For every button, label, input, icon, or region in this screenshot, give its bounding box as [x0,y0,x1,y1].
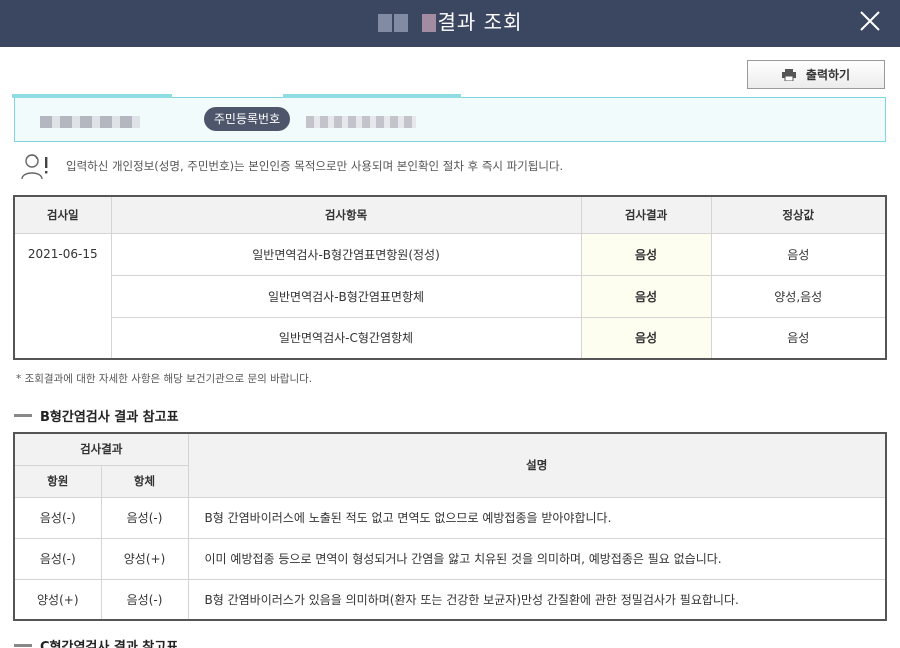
column-header-description: 설명 [187,432,887,498]
table-header-row: 검사일 검사항목 검사결과 정상값 [13,195,887,234]
description-text: 이미 예방접종 등으로 면역이 형성되거나 간염을 앓고 치유된 것을 의미하며… [187,537,887,580]
section-bar [14,413,32,417]
antibody-value: 양성(+) [100,537,189,580]
normal-value: 음성 [710,232,887,276]
column-header-normal: 정상값 [710,195,887,234]
id-number-label: 주민등록번호 [204,107,290,131]
table-row: 음성(-) 음성(-) B형 간염바이러스에 노출된 적도 없고 면역도 없으므… [13,496,887,539]
test-date: 2021-06-15 [13,232,112,360]
test-result: 음성 [580,274,712,318]
antigen-value: 음성(-) [13,496,102,539]
normal-value: 음성 [710,316,887,360]
redacted-name [40,116,140,128]
inquiry-note: * 조회결과에 대한 자세한 사항은 해당 보건기관으로 문의 바랍니다. [16,373,313,385]
info-accent-bar [12,94,172,98]
test-results-table: 검사일 검사항목 검사결과 정상값 2021-06-15 일반면역검사-B형간염… [13,195,887,360]
table-row: 일반면역검사-C형간염항체 음성 음성 [14,316,887,360]
normal-value: 양성,음성 [710,274,887,318]
redacted-title-block [393,14,408,32]
info-accent-bar [283,94,461,98]
section-title-hepatitis-c: C형간염검사 결과 참고표 [14,636,178,648]
column-header-date: 검사일 [13,195,112,234]
hepatitis-b-reference-table: 검사결과 설명 항원 항체 음성(-) 음성(-) B형 간염바이러스에 노출된… [13,432,888,621]
column-header-antibody: 항체 [100,464,189,498]
privacy-notice-text: 입력하신 개인정보(성명, 주민번호)는 본인인증 목적으로만 사용되며 본인확… [66,159,564,173]
modal-header: 결과 조회 [0,0,900,47]
column-header-result: 검사결과 [580,195,712,234]
test-result: 음성 [580,232,712,276]
description-text: B형 간염바이러스가 있음을 의미하며(환자 또는 건강한 보균자)만성 간질환… [187,578,887,621]
column-header-result-group: 검사결과 [13,432,189,466]
modal-title-text: 결과 조회 [437,10,523,34]
modal-title: 결과 조회 [0,0,900,47]
description-text: B형 간염바이러스에 노출된 적도 없고 면역도 없으므로 예방접종을 받아야합… [187,496,887,539]
table-row: 일반면역검사-B형간염표면항체 음성 양성,음성 [14,274,887,318]
test-item: 일반면역검사-C형간염항체 [110,316,582,360]
section-title-text: C형간염검사 결과 참고표 [40,639,179,648]
test-result: 음성 [580,316,712,360]
close-icon[interactable] [858,9,882,33]
redacted-title-block [421,14,436,32]
column-header-item: 검사항목 [110,195,582,234]
antigen-value: 음성(-) [13,537,102,580]
antibody-value: 음성(-) [100,578,189,621]
antibody-value: 음성(-) [100,496,189,539]
table-header-row: 검사결과 설명 [13,432,887,498]
table-row: 양성(+) 음성(-) B형 간염바이러스가 있음을 의미하며(환자 또는 건강… [13,578,887,621]
section-bar [14,643,32,647]
test-item: 일반면역검사-B형간염표면항원(정성) [110,232,582,276]
table-row: 음성(-) 양성(+) 이미 예방접종 등으로 면역이 형성되거나 간염을 앓고… [13,537,887,580]
column-header-antigen: 항원 [13,464,102,498]
test-item: 일반면역검사-B형간염표면항체 [110,274,582,318]
antigen-value: 양성(+) [13,578,102,621]
print-button[interactable]: 출력하기 [747,60,885,89]
section-title-hepatitis-b: B형간염검사 결과 참고표 [14,406,179,425]
printer-icon [781,68,796,81]
redacted-title-block [377,14,392,32]
patient-info-box [14,97,886,142]
person-alert-icon [21,154,48,180]
section-title-text: B형간염검사 결과 참고표 [40,409,179,425]
print-button-label: 출력하기 [805,68,851,82]
table-row: 2021-06-15 일반면역검사-B형간염표면항원(정성) 음성 음성 [13,232,887,360]
privacy-notice: 입력하신 개인정보(성명, 주민번호)는 본인인증 목적으로만 사용되며 본인확… [20,152,563,180]
redacted-id-number [306,116,416,128]
